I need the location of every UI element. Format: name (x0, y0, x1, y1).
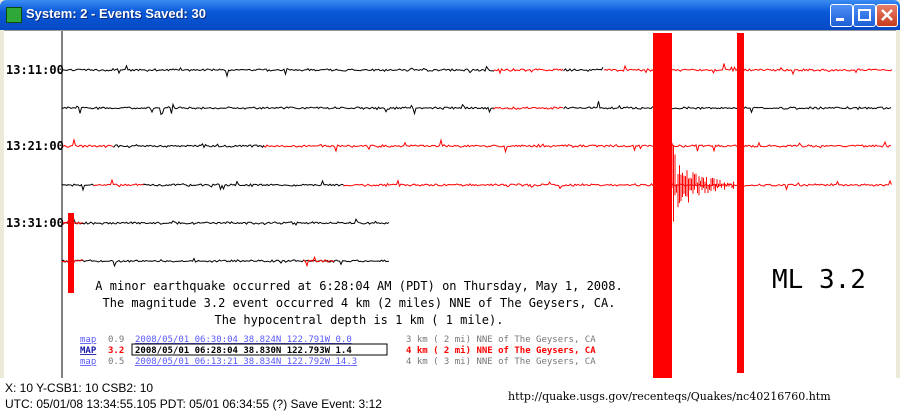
event-map-link[interactable]: MAP (80, 346, 97, 356)
time-label-1321: 13:21:00 (6, 139, 64, 153)
status-time: UTC: 05/01/08 13:34:55.105 PDT: 05/01 06… (5, 397, 382, 411)
seismic-trace (61, 218, 390, 226)
seismic-trace (343, 179, 892, 192)
seismic-trace (93, 178, 144, 188)
quake-text-line2: The magnitude 3.2 event occurred 4 km (2… (103, 296, 616, 310)
seismic-trace (603, 63, 893, 76)
quake-burst (737, 33, 744, 373)
seismic-trace (113, 143, 265, 149)
seismic-trace (493, 106, 564, 110)
time-label-1331: 13:31:00 (6, 216, 64, 230)
seismic-trace (61, 257, 389, 268)
quake-spike (68, 213, 74, 293)
event-datetime-location[interactable]: 2008/05/01 06:13:21 38.834N 122.792W 14.… (135, 357, 357, 367)
seismic-trace (61, 64, 495, 79)
event-row-selected: MAP 3.2 2008/05/01 06:28:04 38.830N 122.… (80, 345, 596, 356)
close-icon (881, 9, 893, 21)
event-distance: 3 km ( 2 mi) NNE of The Geysers, CA (406, 335, 596, 345)
magnitude-label: ML 3.2 (772, 265, 866, 295)
event-map-link[interactable]: map (80, 357, 96, 367)
app-window: System: 2 - Events Saved: 30 13:11:00 13… (0, 0, 900, 416)
event-magnitude: 0.5 (108, 357, 124, 367)
seismic-trace (61, 137, 114, 149)
event-datetime-location[interactable]: 2008/05/01 06:28:04 38.830N 122.793W 1.4 (135, 346, 352, 356)
seismic-trace (563, 140, 892, 153)
event-distance: 4 km ( 3 mi) NNE of The Geysers, CA (406, 357, 596, 367)
title-bar[interactable]: System: 2 - Events Saved: 30 (0, 0, 900, 30)
event-row: map 0.5 2008/05/01 06:13:21 38.834N 122.… (80, 357, 596, 367)
event-magnitude: 3.2 (108, 346, 124, 356)
seismogram-plot: 13:11:00 13:21:00 13:31:00 A minor earth… (6, 31, 893, 378)
seismic-trace (61, 102, 495, 116)
status-coordinates: X: 10 Y-CSB1: 10 CSB2: 10 (5, 381, 154, 395)
minimize-button[interactable] (830, 4, 853, 27)
quake-text-line1: A minor earthquake occurred at 6:28:04 A… (95, 279, 622, 293)
close-button[interactable] (876, 4, 898, 27)
time-label-1311: 13:11:00 (6, 63, 64, 77)
window-title: System: 2 - Events Saved: 30 (26, 6, 206, 21)
seismic-trace (563, 67, 604, 72)
maximize-button[interactable] (853, 4, 876, 27)
maximize-icon (858, 9, 871, 21)
quake-text-line3: The hypocentral depth is 1 km ( 1 mile). (215, 313, 504, 327)
event-url: http://quake.usgs.gov/recenteqs/Quakes/n… (508, 390, 831, 403)
seismic-trace (493, 67, 564, 75)
event-distance: 4 km ( 2 mi) NNE of The Geysers, CA (406, 345, 596, 356)
event-magnitude: 0.9 (108, 335, 124, 345)
event-table: map 0.9 2008/05/01 06:30:04 38.824N 122.… (80, 335, 596, 367)
seismic-trace (263, 138, 565, 154)
minimize-icon (836, 18, 844, 21)
seismic-trace (61, 183, 94, 192)
app-seismograph-icon (6, 7, 22, 23)
seismogram-canvas[interactable]: 13:11:00 13:21:00 13:31:00 A minor earth… (4, 30, 896, 378)
quake-burst (653, 33, 672, 378)
event-map-link[interactable]: map (80, 335, 96, 345)
seismic-trace (143, 179, 344, 191)
seismic-trace (303, 255, 335, 268)
seismic-trace (563, 101, 892, 114)
